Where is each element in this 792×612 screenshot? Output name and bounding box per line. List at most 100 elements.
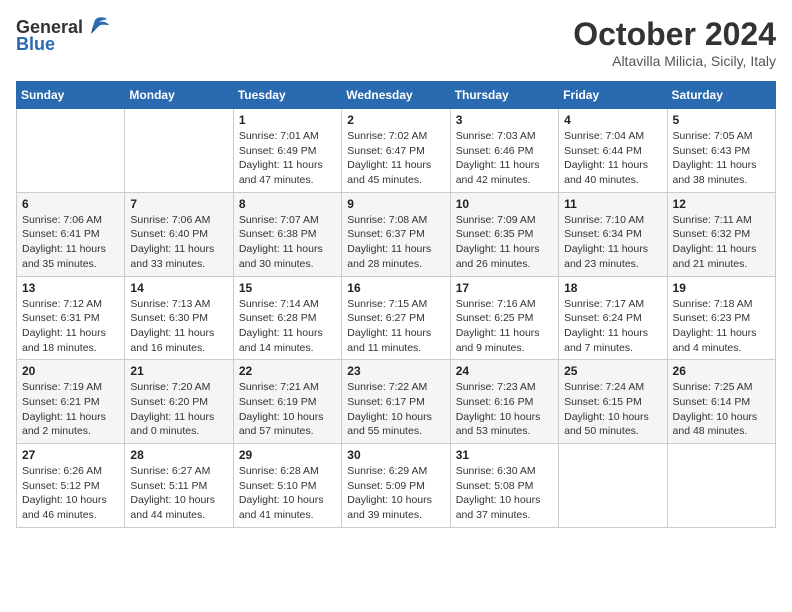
- logo-bird-icon: [85, 16, 111, 38]
- day-number: 2: [347, 113, 444, 127]
- calendar-cell: [17, 109, 125, 193]
- calendar-week-4: 20 Sunrise: 7:19 AM Sunset: 6:21 PM Dayli…: [17, 360, 776, 444]
- day-number: 24: [456, 364, 553, 378]
- weekday-header-thursday: Thursday: [450, 82, 558, 109]
- day-info: Sunrise: 7:03 AM Sunset: 6:46 PM Dayligh…: [456, 129, 553, 188]
- weekday-header-sunday: Sunday: [17, 82, 125, 109]
- day-number: 18: [564, 281, 661, 295]
- calendar-week-2: 6 Sunrise: 7:06 AM Sunset: 6:41 PM Daylig…: [17, 192, 776, 276]
- calendar-cell: 8Sunrise: 7:07 AM Sunset: 6:38 PM Daylig…: [233, 192, 341, 276]
- day-number: 27: [22, 448, 119, 462]
- day-info: Sunrise: 7:06 AM Sunset: 6:41 PM Dayligh…: [22, 213, 119, 272]
- calendar-cell: 7 Sunrise: 7:06 AM Sunset: 6:40 PM Daylig…: [125, 192, 233, 276]
- day-number: 17: [456, 281, 553, 295]
- day-number: 26: [673, 364, 770, 378]
- day-info: Sunrise: 7:17 AM Sunset: 6:24 PM Dayligh…: [564, 297, 661, 356]
- calendar-cell: 23Sunrise: 7:22 AM Sunset: 6:17 PM Dayli…: [342, 360, 450, 444]
- calendar-cell: 24 Sunrise: 7:23 AM Sunset: 6:16 PM Dayli…: [450, 360, 558, 444]
- day-number: 25: [564, 364, 661, 378]
- calendar-cell: 30 Sunrise: 6:29 AM Sunset: 5:09 PM Dayli…: [342, 444, 450, 528]
- calendar-cell: 13Sunrise: 7:12 AM Sunset: 6:31 PM Dayli…: [17, 276, 125, 360]
- day-info: Sunrise: 7:16 AM Sunset: 6:25 PM Dayligh…: [456, 297, 553, 356]
- calendar-cell: [559, 444, 667, 528]
- calendar-cell: 1 Sunrise: 7:01 AM Sunset: 6:49 PM Daylig…: [233, 109, 341, 193]
- day-info: Sunrise: 7:12 AM Sunset: 6:31 PM Dayligh…: [22, 297, 119, 356]
- calendar-cell: [667, 444, 775, 528]
- day-number: 11: [564, 197, 661, 211]
- day-info: Sunrise: 7:23 AM Sunset: 6:16 PM Dayligh…: [456, 380, 553, 439]
- calendar-cell: 2Sunrise: 7:02 AM Sunset: 6:47 PM Daylig…: [342, 109, 450, 193]
- weekday-header-friday: Friday: [559, 82, 667, 109]
- day-info: Sunrise: 7:08 AM Sunset: 6:37 PM Dayligh…: [347, 213, 444, 272]
- calendar-cell: 9 Sunrise: 7:08 AM Sunset: 6:37 PM Daylig…: [342, 192, 450, 276]
- day-number: 9: [347, 197, 444, 211]
- day-info: Sunrise: 6:30 AM Sunset: 5:08 PM Dayligh…: [456, 464, 553, 523]
- day-info: Sunrise: 7:25 AM Sunset: 6:14 PM Dayligh…: [673, 380, 770, 439]
- calendar-cell: 10 Sunrise: 7:09 AM Sunset: 6:35 PM Dayli…: [450, 192, 558, 276]
- location-subtitle: Altavilla Milicia, Sicily, Italy: [573, 53, 776, 69]
- calendar-cell: 27 Sunrise: 6:26 AM Sunset: 5:12 PM Dayli…: [17, 444, 125, 528]
- day-number: 23: [347, 364, 444, 378]
- calendar-cell: 29 Sunrise: 6:28 AM Sunset: 5:10 PM Dayli…: [233, 444, 341, 528]
- calendar-cell: 15 Sunrise: 7:14 AM Sunset: 6:28 PM Dayli…: [233, 276, 341, 360]
- day-number: 6: [22, 197, 119, 211]
- calendar-cell: 22Sunrise: 7:21 AM Sunset: 6:19 PM Dayli…: [233, 360, 341, 444]
- calendar-cell: 14 Sunrise: 7:13 AM Sunset: 6:30 PM Dayli…: [125, 276, 233, 360]
- day-info: Sunrise: 7:10 AM Sunset: 6:34 PM Dayligh…: [564, 213, 661, 272]
- weekday-header-saturday: Saturday: [667, 82, 775, 109]
- calendar-cell: 4 Sunrise: 7:04 AM Sunset: 6:44 PM Daylig…: [559, 109, 667, 193]
- day-number: 30: [347, 448, 444, 462]
- calendar-cell: 12Sunrise: 7:11 AM Sunset: 6:32 PM Dayli…: [667, 192, 775, 276]
- day-number: 29: [239, 448, 336, 462]
- weekday-header-wednesday: Wednesday: [342, 82, 450, 109]
- calendar-cell: 31Sunrise: 6:30 AM Sunset: 5:08 PM Dayli…: [450, 444, 558, 528]
- title-block: October 2024 Altavilla Milicia, Sicily, …: [573, 16, 776, 69]
- calendar-cell: 28 Sunrise: 6:27 AM Sunset: 5:11 PM Dayli…: [125, 444, 233, 528]
- day-info: Sunrise: 7:15 AM Sunset: 6:27 PM Dayligh…: [347, 297, 444, 356]
- weekday-header-monday: Monday: [125, 82, 233, 109]
- day-number: 21: [130, 364, 227, 378]
- calendar-cell: 3 Sunrise: 7:03 AM Sunset: 6:46 PM Daylig…: [450, 109, 558, 193]
- day-number: 22: [239, 364, 336, 378]
- calendar-week-3: 13Sunrise: 7:12 AM Sunset: 6:31 PM Dayli…: [17, 276, 776, 360]
- day-number: 14: [130, 281, 227, 295]
- calendar-cell: 5 Sunrise: 7:05 AM Sunset: 6:43 PM Daylig…: [667, 109, 775, 193]
- day-number: 3: [456, 113, 553, 127]
- day-number: 1: [239, 113, 336, 127]
- weekday-header-row: SundayMondayTuesdayWednesdayThursdayFrid…: [17, 82, 776, 109]
- calendar-cell: [125, 109, 233, 193]
- day-info: Sunrise: 6:29 AM Sunset: 5:09 PM Dayligh…: [347, 464, 444, 523]
- calendar-cell: 6 Sunrise: 7:06 AM Sunset: 6:41 PM Daylig…: [17, 192, 125, 276]
- day-number: 16: [347, 281, 444, 295]
- day-info: Sunrise: 7:19 AM Sunset: 6:21 PM Dayligh…: [22, 380, 119, 439]
- calendar-cell: 17 Sunrise: 7:16 AM Sunset: 6:25 PM Dayli…: [450, 276, 558, 360]
- day-number: 20: [22, 364, 119, 378]
- weekday-header-tuesday: Tuesday: [233, 82, 341, 109]
- calendar-cell: 21Sunrise: 7:20 AM Sunset: 6:20 PM Dayli…: [125, 360, 233, 444]
- calendar-week-1: 1 Sunrise: 7:01 AM Sunset: 6:49 PM Daylig…: [17, 109, 776, 193]
- day-info: Sunrise: 7:05 AM Sunset: 6:43 PM Dayligh…: [673, 129, 770, 188]
- day-info: Sunrise: 7:18 AM Sunset: 6:23 PM Dayligh…: [673, 297, 770, 356]
- day-number: 4: [564, 113, 661, 127]
- day-number: 5: [673, 113, 770, 127]
- day-number: 15: [239, 281, 336, 295]
- calendar-table: SundayMondayTuesdayWednesdayThursdayFrid…: [16, 81, 776, 528]
- day-info: Sunrise: 7:01 AM Sunset: 6:49 PM Dayligh…: [239, 129, 336, 188]
- day-info: Sunrise: 6:27 AM Sunset: 5:11 PM Dayligh…: [130, 464, 227, 523]
- day-info: Sunrise: 6:26 AM Sunset: 5:12 PM Dayligh…: [22, 464, 119, 523]
- day-number: 10: [456, 197, 553, 211]
- day-info: Sunrise: 7:13 AM Sunset: 6:30 PM Dayligh…: [130, 297, 227, 356]
- day-info: Sunrise: 6:28 AM Sunset: 5:10 PM Dayligh…: [239, 464, 336, 523]
- day-info: Sunrise: 7:09 AM Sunset: 6:35 PM Dayligh…: [456, 213, 553, 272]
- day-number: 28: [130, 448, 227, 462]
- calendar-cell: 26 Sunrise: 7:25 AM Sunset: 6:14 PM Dayli…: [667, 360, 775, 444]
- calendar-cell: 20 Sunrise: 7:19 AM Sunset: 6:21 PM Dayli…: [17, 360, 125, 444]
- calendar-cell: 11 Sunrise: 7:10 AM Sunset: 6:34 PM Dayli…: [559, 192, 667, 276]
- calendar-cell: 19Sunrise: 7:18 AM Sunset: 6:23 PM Dayli…: [667, 276, 775, 360]
- day-info: Sunrise: 7:06 AM Sunset: 6:40 PM Dayligh…: [130, 213, 227, 272]
- month-title: October 2024: [573, 16, 776, 53]
- calendar-week-5: 27 Sunrise: 6:26 AM Sunset: 5:12 PM Dayli…: [17, 444, 776, 528]
- day-number: 7: [130, 197, 227, 211]
- day-info: Sunrise: 7:14 AM Sunset: 6:28 PM Dayligh…: [239, 297, 336, 356]
- day-info: Sunrise: 7:04 AM Sunset: 6:44 PM Dayligh…: [564, 129, 661, 188]
